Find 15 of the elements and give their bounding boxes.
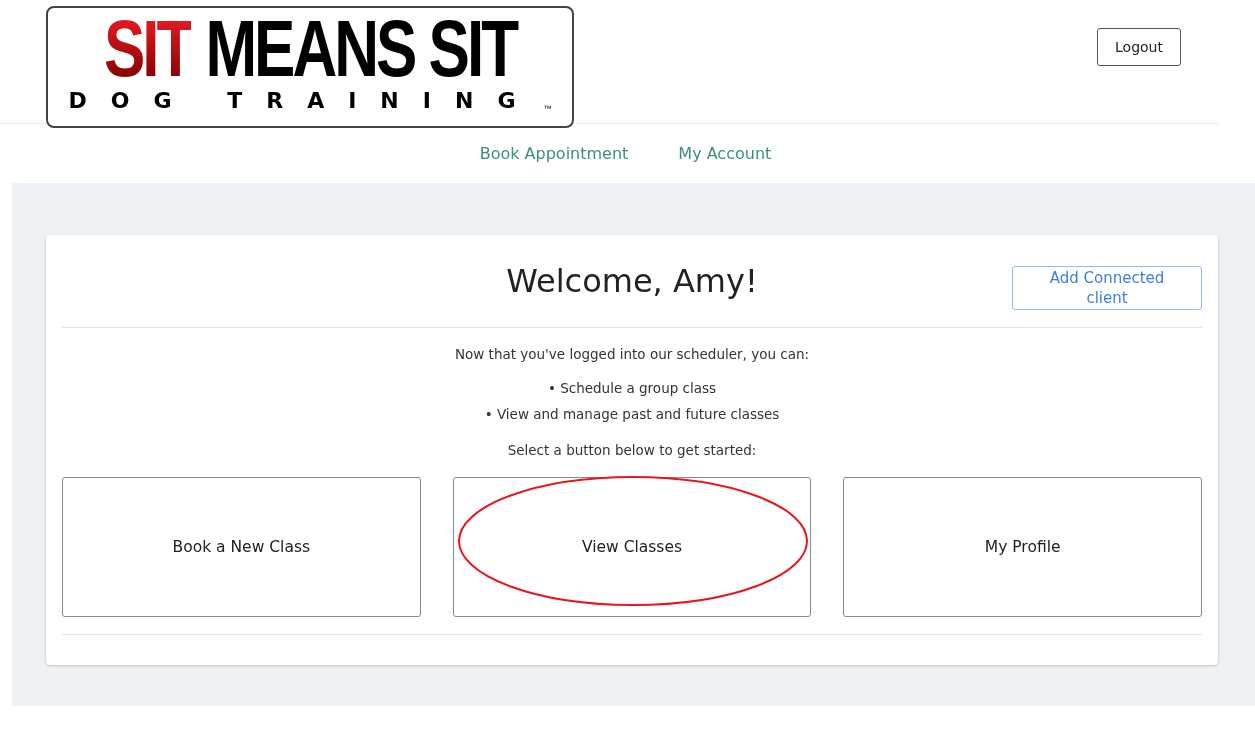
welcome-heading: Welcome, Amy! xyxy=(506,262,758,300)
trademark-mark: ™ xyxy=(543,103,552,113)
option-tile[interactable]: Book a New Class xyxy=(62,477,421,617)
prompt-text: Select a button below to get started: xyxy=(506,442,758,458)
bullet-item: • View and manage past and future classes xyxy=(483,406,781,422)
logo-tagline: DOG TRAINING xyxy=(68,88,540,113)
bullet-item: • Schedule a group class xyxy=(546,380,718,396)
nav-link[interactable]: Book Appointment xyxy=(479,144,629,163)
logo-text: MEANS SIT xyxy=(205,12,516,85)
nav-link[interactable]: My Account xyxy=(678,144,772,163)
logout-button[interactable]: Logout xyxy=(1097,27,1181,66)
add-connected-client-button[interactable]: Add Connected client xyxy=(1012,266,1202,310)
option-tile[interactable]: View Classes xyxy=(452,477,812,617)
option-tile[interactable]: My Profile xyxy=(843,477,1202,617)
intro-text: Now that you've logged into our scheduler, you can: xyxy=(453,346,811,362)
